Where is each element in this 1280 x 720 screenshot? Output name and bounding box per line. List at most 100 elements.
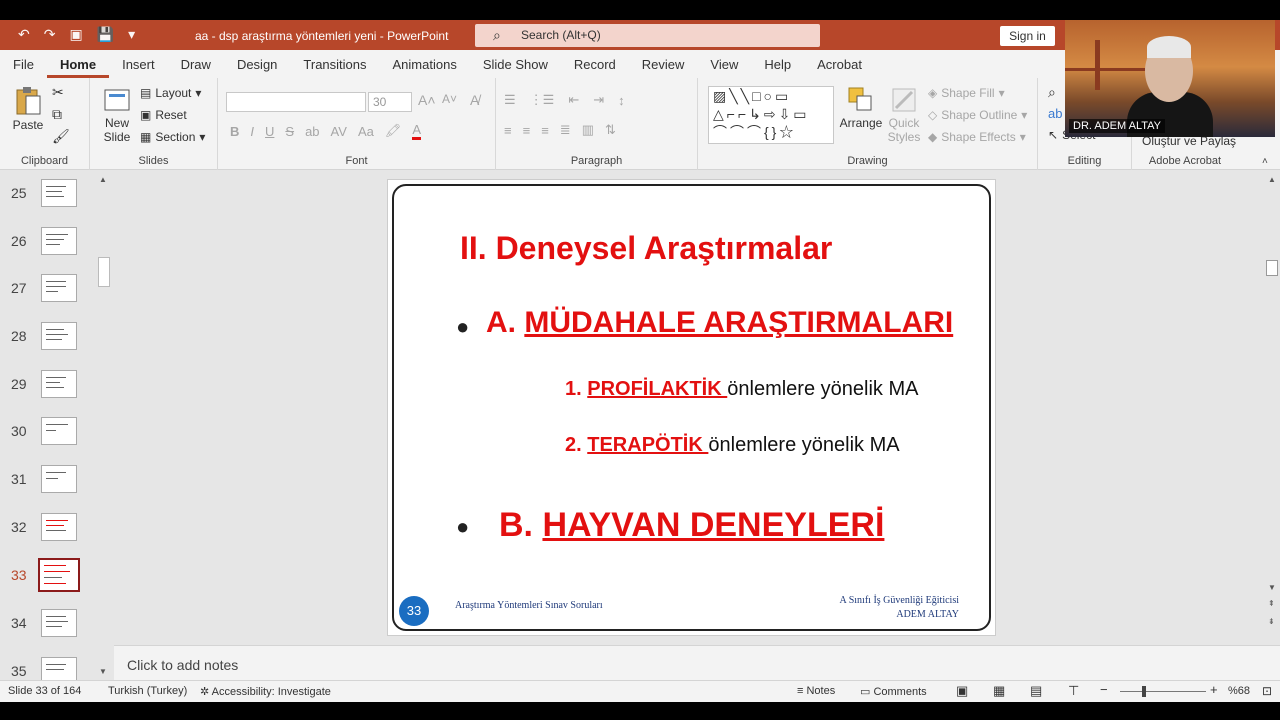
font-size-field[interactable]: 30 <box>368 92 412 112</box>
align-right-icon[interactable]: ≡ <box>541 123 549 138</box>
decrease-indent-icon[interactable]: ⇤ <box>568 92 579 108</box>
align-center-icon[interactable]: ≡ <box>523 123 531 138</box>
redo-icon[interactable]: ↷ <box>44 26 56 43</box>
scrollbar-thumb[interactable] <box>1266 260 1278 276</box>
normal-view-icon[interactable]: ▣ <box>956 683 968 699</box>
bullets-icon[interactable]: ☰ <box>504 92 516 108</box>
accessibility-button[interactable]: ✲ Accessibility: Investigate <box>200 685 331 698</box>
slide-thumbnail[interactable] <box>41 513 77 541</box>
slideshow-view-icon[interactable]: ⊤ <box>1068 683 1079 699</box>
previous-slide-icon[interactable]: ⇞ <box>1268 599 1275 608</box>
shape-fill-button[interactable]: ◈ Shape Fill ▾ <box>928 86 1005 100</box>
tab-home[interactable]: Home <box>46 50 110 78</box>
slide-thumbnail[interactable] <box>41 417 77 445</box>
slide-thumbnail[interactable] <box>41 322 77 350</box>
justify-icon[interactable]: ≣ <box>560 122 571 138</box>
new-slide-button[interactable]: New Slide <box>98 86 136 144</box>
shape-outline-button[interactable]: ◇ Shape Outline ▾ <box>928 108 1027 122</box>
scroll-up-icon[interactable]: ▲ <box>1268 175 1276 184</box>
slide-thumbnail[interactable] <box>41 274 77 302</box>
slide-thumbnail[interactable] <box>41 227 77 255</box>
notes-pane[interactable]: Click to add notes <box>114 645 1280 680</box>
strike-ab-icon[interactable]: ab <box>305 124 319 139</box>
tab-insert[interactable]: Insert <box>109 50 168 78</box>
font-name-field[interactable] <box>226 92 366 112</box>
font-color-icon[interactable]: A <box>412 122 422 140</box>
scroll-down-icon[interactable]: ▼ <box>1268 583 1276 592</box>
cut-icon[interactable]: ✂ <box>52 84 64 101</box>
tab-file[interactable]: File <box>0 50 47 78</box>
underline-icon[interactable]: U <box>265 124 274 139</box>
thumbnail-row[interactable]: 31 <box>0 465 100 505</box>
shape-effects-button[interactable]: ◆ Shape Effects ▾ <box>928 130 1026 144</box>
layout-button[interactable]: ▤ Layout ▾ <box>140 86 201 100</box>
sign-in-button[interactable]: Sign in <box>1000 26 1055 46</box>
italic-icon[interactable]: I <box>250 124 254 139</box>
thumbnail-row[interactable]: 25 <box>0 179 100 219</box>
thumbnail-scrollbar[interactable]: ▲ ▼ <box>97 171 111 680</box>
tab-help[interactable]: Help <box>751 50 804 78</box>
thumbnail-row[interactable]: 33 <box>0 558 100 601</box>
text-direction-icon[interactable]: ⇅ <box>605 122 616 138</box>
slide-title[interactable]: II. Deneysel Araştırmalar <box>460 230 832 267</box>
scrollbar-thumb[interactable] <box>98 257 110 287</box>
slide-thumbnail[interactable] <box>41 370 77 398</box>
section-button[interactable]: ▦ Section ▾ <box>140 130 205 144</box>
undo-icon[interactable]: ↶ <box>18 26 30 43</box>
zoom-out-icon[interactable]: − <box>1100 682 1108 697</box>
slide-thumbnail-active[interactable] <box>38 558 80 592</box>
editor-scrollbar[interactable]: ▲ ▼ ⇞ ⇟ <box>1264 171 1280 645</box>
tab-transitions[interactable]: Transitions <box>290 50 379 78</box>
bullet-a[interactable]: A. MÜDAHALE ARAŞTIRMALARI <box>486 306 953 340</box>
thumbnail-row[interactable]: 30 <box>0 417 100 457</box>
save-icon[interactable]: 💾 <box>97 26 114 43</box>
comments-button[interactable]: ▭ Comments <box>860 685 927 698</box>
tab-animations[interactable]: Animations <box>380 50 470 78</box>
scroll-up-icon[interactable]: ▲ <box>99 175 107 184</box>
arrange-button[interactable]: Arrange <box>838 86 884 130</box>
slide-thumbnail[interactable] <box>41 465 77 493</box>
sub-item-1[interactable]: 1. PROFİLAKTİK önlemlere yönelik MA <box>565 378 918 401</box>
grow-font-icon[interactable]: A˄ <box>418 92 436 108</box>
present-icon[interactable]: ▣ <box>69 26 82 43</box>
slide-thumbnail[interactable] <box>41 609 77 637</box>
shapes-gallery[interactable]: ▨╲╲□○▭ △⌐⌐↳⇨⇩▭ ⌒⌒⌒{}☆ <box>708 86 834 144</box>
thumbnail-row[interactable]: 34 <box>0 609 100 649</box>
thumbnail-row[interactable]: 28 <box>0 322 100 362</box>
case-icon[interactable]: Aa <box>358 124 374 139</box>
collapse-ribbon-icon[interactable]: ˄ <box>1262 156 1268 167</box>
highlight-icon[interactable]: 🖍 <box>385 123 402 139</box>
zoom-slider[interactable] <box>1120 686 1206 697</box>
char-spacing-icon[interactable]: AV <box>331 124 347 139</box>
bullet-b[interactable]: B. HAYVAN DENEYLERİ <box>499 506 884 545</box>
tab-view[interactable]: View <box>697 50 751 78</box>
line-spacing-icon[interactable]: ↕ <box>618 93 625 108</box>
reading-view-icon[interactable]: ▤ <box>1030 683 1042 699</box>
clear-format-icon[interactable]: A̸ <box>470 92 479 108</box>
format-painter-icon[interactable]: 🖌 <box>52 128 70 145</box>
strikethrough-icon[interactable]: S <box>285 124 294 139</box>
slide-sorter-icon[interactable]: ▦ <box>993 683 1005 699</box>
language-indicator[interactable]: Turkish (Turkey) <box>108 685 187 697</box>
tab-review[interactable]: Review <box>629 50 698 78</box>
slide-canvas[interactable]: II. Deneysel Araştırmalar ● A. MÜDAHALE … <box>387 179 996 636</box>
customize-qat-icon[interactable]: ▾ <box>128 26 135 43</box>
notes-button[interactable]: ≡ Notes <box>797 685 835 697</box>
tab-record[interactable]: Record <box>561 50 629 78</box>
numbering-icon[interactable]: ⋮☰ <box>530 92 555 108</box>
find-icon[interactable]: ⌕ <box>1048 84 1056 101</box>
quick-styles-button[interactable]: Quick Styles <box>886 86 922 144</box>
zoom-slider-knob[interactable] <box>1142 686 1146 697</box>
columns-icon[interactable]: ▥ <box>582 122 594 138</box>
scroll-down-icon[interactable]: ▼ <box>99 667 107 676</box>
replace-icon[interactable]: ab <box>1048 106 1062 121</box>
slide-thumbnail[interactable] <box>41 179 77 207</box>
tab-design[interactable]: Design <box>224 50 290 78</box>
zoom-in-icon[interactable]: + <box>1210 682 1218 697</box>
thumbnail-row[interactable]: 27 <box>0 274 100 314</box>
thumbnail-row[interactable]: 32 <box>0 513 100 553</box>
thumbnail-row[interactable]: 29 <box>0 370 100 410</box>
zoom-level[interactable]: %68 <box>1228 685 1250 697</box>
increase-indent-icon[interactable]: ⇥ <box>593 92 604 108</box>
align-left-icon[interactable]: ≡ <box>504 123 512 138</box>
